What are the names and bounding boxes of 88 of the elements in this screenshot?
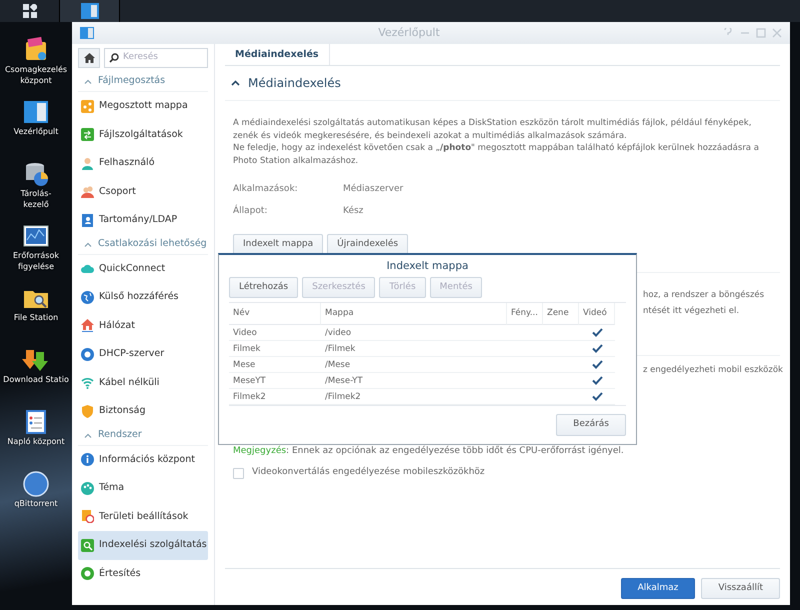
- desktop-icon-label[interactable]: Vezérlőpult: [14, 126, 58, 137]
- control-panel-icon: [80, 27, 94, 39]
- contact-book-icon: [81, 214, 94, 227]
- sidebar-item[interactable]: Megosztott mappa: [78, 92, 208, 120]
- sidebar-item[interactable]: Fájlszolgáltatások: [78, 120, 208, 149]
- desktop-icon-label[interactable]: Napló központ: [7, 436, 65, 447]
- caret-icon: [84, 242, 92, 246]
- clock-icon: [81, 510, 94, 524]
- table-cell: Filmek2: [229, 389, 321, 405]
- sidebar-item[interactable]: Hálózat: [78, 312, 208, 340]
- field-label: Alkalmazások:: [233, 183, 299, 196]
- home-button[interactable]: [78, 48, 100, 68]
- sidebar-item[interactable]: DHCP-szerver: [78, 340, 208, 368]
- description-text: ntését itt végezheti el.: [643, 305, 740, 318]
- sidebar-item[interactable]: Felhasználó: [78, 149, 208, 178]
- table-cell: /Mese-YT: [321, 373, 507, 389]
- desktop-icon-label[interactable]: Download Statio: [3, 374, 69, 385]
- control-panel-icon[interactable]: [22, 98, 50, 126]
- palette-icon: [81, 482, 94, 495]
- control-panel-taskbar-icon[interactable]: [60, 0, 120, 22]
- wifi-icon: [81, 376, 94, 390]
- sidebar-item[interactable]: Külső hozzáférés: [78, 283, 208, 312]
- desktop-icon-label[interactable]: Erőforrások figyelése: [13, 250, 59, 272]
- section-header[interactable]: Fájlmegosztás: [78, 72, 208, 92]
- desktop-icon-label[interactable]: Tárolás- kezelő: [20, 188, 52, 210]
- sidebar-item[interactable]: Biztonság: [78, 397, 208, 426]
- sidebar-item[interactable]: Információs központ: [78, 446, 208, 474]
- sidebar-item[interactable]: Értesítés: [78, 560, 208, 588]
- sidebar-item[interactable]: Tartomány/LDAP: [78, 206, 208, 234]
- section-header[interactable]: Rendszer: [78, 426, 208, 446]
- desktop-icon-label[interactable]: File Station: [14, 312, 58, 323]
- dialog-title: Indexelt mappa: [386, 259, 470, 274]
- checkbox[interactable]: [233, 468, 244, 478]
- table-cell: /video: [321, 325, 507, 341]
- column-header[interactable]: Zene: [543, 303, 579, 325]
- column-header[interactable]: Fény...: [507, 303, 543, 325]
- collapse-caret-icon[interactable]: [231, 80, 240, 86]
- description-text: hoz, a rendszer a böngészés: [643, 288, 764, 302]
- section-header[interactable]: Csatlakozási lehetőség: [78, 234, 208, 254]
- sidebar-item[interactable]: QuickConnect: [78, 254, 208, 283]
- toolbar-button[interactable]: Létrehozás: [229, 276, 298, 298]
- description-text: A médiaindexelési szolgáltatás automatikusan képes a DiskStation eszközön tárolt multimédiás fájlok, például fényképek, zenék és videók megkeresésére, és beindexeli azokat a multimédiás alkalmazások számára.: [233, 117, 752, 142]
- section-title: Médiaindexelés: [248, 75, 341, 92]
- search-icon: [81, 538, 94, 552]
- field-label: Állapot:: [233, 204, 268, 218]
- search-icon: [109, 53, 119, 63]
- table-cell: MeseYT: [229, 373, 321, 389]
- window-title: Vezérlőpult: [377, 24, 441, 41]
- caret-icon: [84, 79, 92, 84]
- file-transfer-icon: [81, 128, 94, 142]
- reset-button[interactable]: Visszaállít: [701, 578, 780, 599]
- table-cell: /Mese: [321, 357, 507, 373]
- sidebar-item[interactable]: Indexelési szolgáltatás: [78, 531, 208, 560]
- house-icon: [81, 319, 94, 332]
- share-folder-icon: [81, 100, 94, 113]
- desktop-icon-label[interactable]: qBittorrent: [14, 498, 58, 509]
- column-header[interactable]: Videó: [579, 303, 615, 325]
- sidebar-item[interactable]: Csoport: [78, 178, 208, 206]
- table-cell: Filmek: [229, 341, 321, 357]
- table-cell: /Filmek: [321, 341, 507, 357]
- close-button[interactable]: Bezárás: [556, 414, 626, 436]
- sidebar-item[interactable]: Kábel nélküli: [78, 368, 208, 397]
- desktop-icon-label[interactable]: Csomagkezelés központ: [4, 64, 68, 86]
- globe-icon: [81, 290, 94, 304]
- sidebar-item[interactable]: Téma: [78, 474, 208, 502]
- info-icon: [81, 453, 94, 466]
- table-cell: Mese: [229, 357, 321, 373]
- caret-icon: [84, 432, 92, 438]
- checkbox-label[interactable]: Videokonvertálás engedélyezése mobileszközökhöz: [252, 466, 485, 480]
- tab[interactable]: Médiaindexelés: [225, 44, 330, 65]
- circle-icon: [81, 348, 94, 361]
- column-header[interactable]: Mappa: [321, 303, 507, 325]
- column-header[interactable]: Név: [229, 303, 321, 325]
- home-icon: [84, 53, 94, 63]
- table-cell: /Filmek2: [321, 389, 507, 405]
- shield-icon: [81, 404, 94, 418]
- description-text: z engedélyezheti mobil eszközök: [643, 364, 783, 377]
- note-text: Megjegyzés: Ennek az opciónak az engedélyezése több időt és CPU-erőforrást igényel.: [233, 444, 625, 458]
- circle-icon: [81, 567, 94, 580]
- user-icon: [81, 156, 94, 170]
- description-text: Ne feledje, hogy az indexelést követően csak a „/photo" megosztott mappában található képfájlok kerülnek hozzáadásra a Photo Station alkalmazáshoz.: [233, 142, 760, 167]
- users-icon: [81, 185, 94, 198]
- field-value: Médiaszerver: [343, 183, 404, 196]
- field-value: Kész: [343, 204, 364, 218]
- apply-button[interactable]: Alkalmaz: [620, 578, 696, 599]
- sidebar-item[interactable]: Területi beállítások: [78, 502, 208, 531]
- table-cell: Video: [229, 325, 321, 341]
- cloud-icon: [81, 262, 94, 276]
